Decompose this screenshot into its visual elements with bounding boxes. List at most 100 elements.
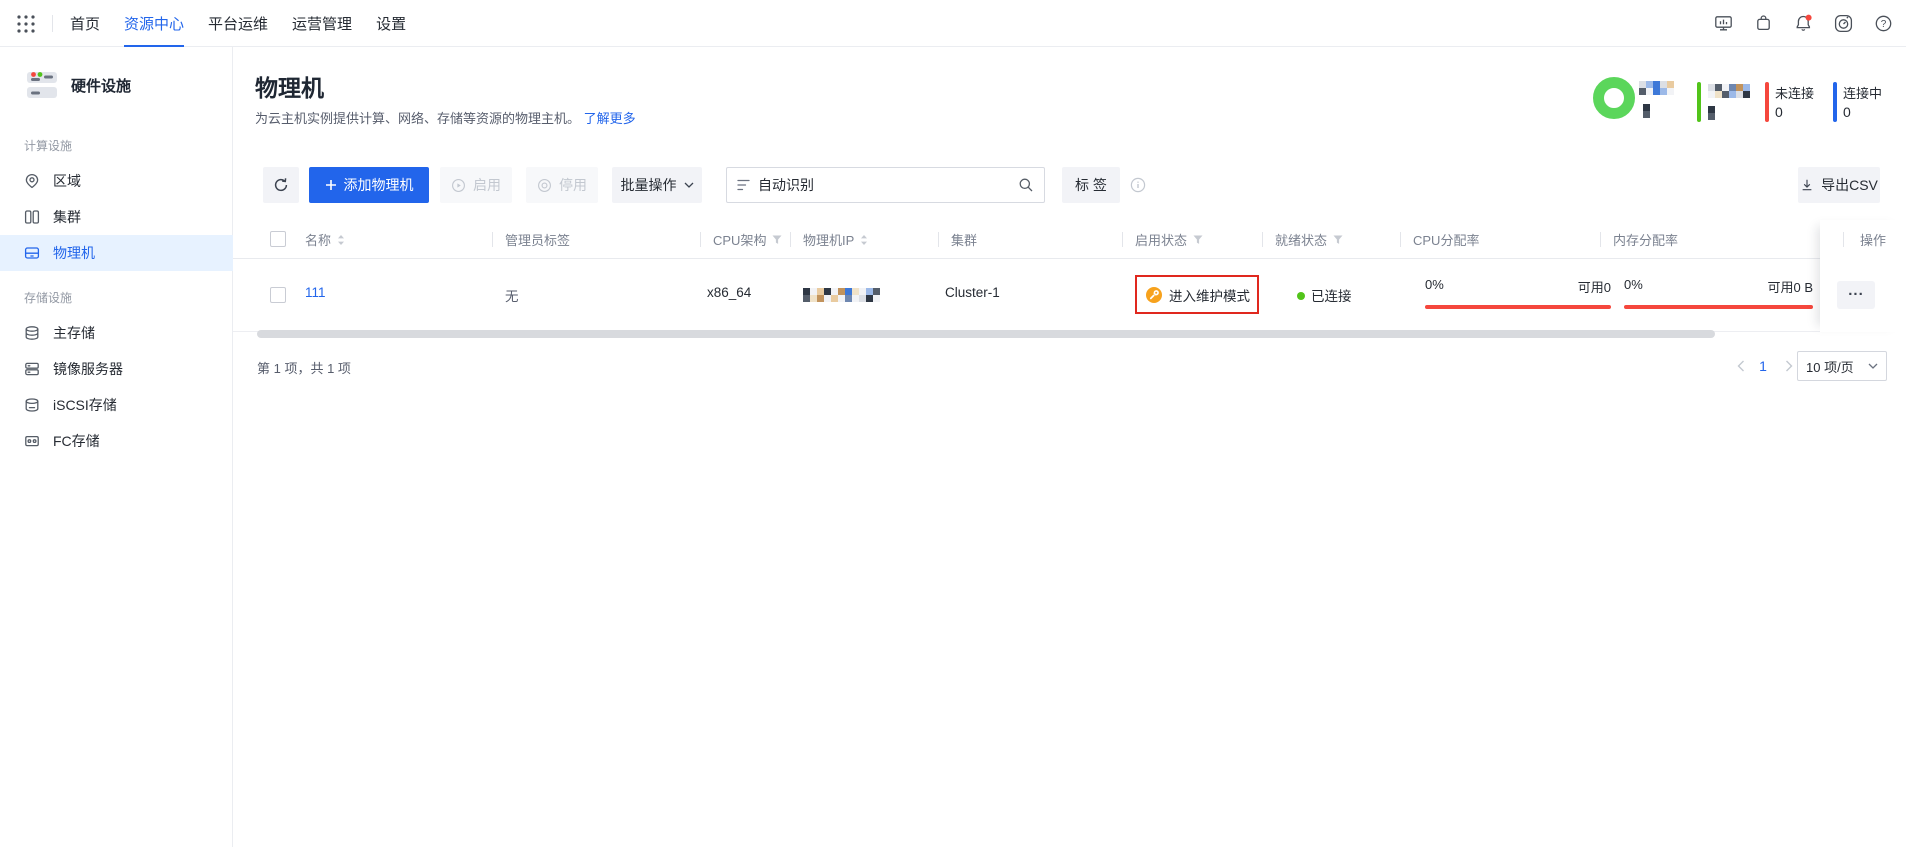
export-csv-button[interactable]: 导出CSV (1798, 167, 1880, 203)
monitoring-gauge-icon[interactable] (1834, 14, 1853, 33)
sidebar-item-image-server[interactable]: 镜像服务器 (0, 351, 233, 387)
connected-status-dot (1297, 292, 1305, 300)
notifications-bell-icon[interactable] (1794, 14, 1813, 33)
nav-icon-group: ? (1714, 0, 1893, 47)
connecting-stat-bar (1833, 82, 1837, 122)
sidebar-item-primary-storage[interactable]: 主存储 (0, 315, 233, 351)
column-header-admin-tag: 管理员标签 (505, 220, 570, 259)
row-ready-status: 已连接 (1311, 289, 1352, 304)
column-separator (1122, 232, 1123, 247)
nav-item-resource-center[interactable]: 资源中心 (124, 0, 185, 48)
filter-funnel-icon[interactable] (1193, 235, 1203, 245)
sidebar-item-iscsi-storage[interactable]: iSCSI存储 (0, 387, 233, 423)
column-header-mem-alloc: 内存分配率 (1613, 220, 1678, 259)
sidebar-item-label: 物理机 (53, 245, 95, 261)
row-physical-ip-redacted (803, 288, 880, 302)
row-checkbox[interactable] (270, 287, 286, 303)
sidebar-item-label: 区域 (53, 173, 81, 189)
column-label: 启用状态 (1135, 233, 1188, 248)
nav-item-settings[interactable]: 设置 (376, 0, 406, 47)
hardware-facility-icon (27, 72, 57, 98)
main-content: 物理机 为云主机实例提供计算、网络、存储等资源的物理主机。 了解更多 未连接 0… (233, 47, 1906, 847)
column-label: CPU分配率 (1413, 233, 1480, 248)
add-physical-machine-button[interactable]: 添加物理机 (309, 167, 429, 203)
sidebar: 硬件设施 计算设施 区域 集群 物理机 存储设施 主存储 镜像服务器 iSCSI… (0, 47, 233, 847)
app-grid-icon[interactable] (16, 14, 36, 34)
help-icon[interactable]: ? (1874, 14, 1893, 33)
nav-item-operation-mgmt[interactable]: 运营管理 (292, 0, 352, 47)
page-size-select[interactable]: 10 项/页 (1797, 351, 1887, 381)
column-header-cluster: 集群 (951, 220, 977, 259)
sidebar-item-label: 主存储 (53, 325, 95, 341)
column-separator (1400, 232, 1401, 247)
row-enable-status[interactable]: 进入维护模式 (1169, 285, 1250, 305)
disable-button[interactable]: 停用 (526, 167, 598, 203)
column-header-physical-ip[interactable]: 物理机IP (803, 220, 868, 259)
batch-button-label: 批量操作 (620, 177, 677, 193)
refresh-icon (274, 178, 288, 192)
row-cluster: Cluster-1 (945, 285, 1000, 300)
console-monitor-icon[interactable] (1714, 14, 1733, 33)
tag-button[interactable]: 标 签 (1062, 167, 1120, 203)
refresh-button[interactable] (263, 167, 299, 203)
sidebar-item-fc-storage[interactable]: FC存储 (0, 423, 233, 459)
row-name-link[interactable]: 111 (305, 285, 326, 300)
sort-icon[interactable] (860, 234, 868, 246)
page-title: 物理机 (255, 75, 324, 101)
sidebar-section-compute: 计算设施 (24, 139, 73, 153)
sort-icon[interactable] (337, 234, 345, 246)
filter-funnel-icon[interactable] (1333, 235, 1343, 245)
row-more-actions-button[interactable]: ... (1837, 281, 1875, 309)
batch-operations-button[interactable]: 批量操作 (612, 167, 702, 203)
add-button-label: 添加物理机 (343, 177, 414, 193)
enable-button[interactable]: 启用 (440, 167, 512, 203)
page-number[interactable]: 1 (1751, 352, 1775, 380)
search-box (726, 167, 1045, 203)
column-label: 管理员标签 (505, 233, 571, 248)
donut-legend-redacted (1639, 81, 1674, 95)
search-icon[interactable] (1018, 177, 1034, 193)
search-type-filter-icon[interactable] (737, 178, 750, 192)
more-dots: ... (1848, 282, 1864, 299)
select-all-checkbox[interactable] (270, 231, 286, 247)
pagination-summary: 第 1 项，共 1 项 (257, 361, 351, 376)
column-label: 名称 (305, 233, 332, 248)
table-header: 名称 管理员标签 CPU架构 物理机IP 集群 启用状态 就绪状态 CPU分配率… (233, 220, 1906, 259)
row-cpu-arch: x86_64 (707, 285, 752, 300)
fc-storage-icon (25, 435, 39, 447)
search-input[interactable] (758, 177, 1010, 193)
iscsi-storage-icon (25, 398, 39, 412)
column-separator (700, 232, 701, 247)
page-subtitle: 为云主机实例提供计算、网络、存储等资源的物理主机。 了解更多 (255, 108, 636, 127)
column-label: CPU架构 (713, 233, 767, 248)
sidebar-item-label: 集群 (53, 209, 81, 225)
actions-fixed-column: 操作 ... (1820, 220, 1906, 332)
page: 首页 资源中心 平台运维 运营管理 设置 ? 硬件设施 计算设施 区域 集群 物… (0, 0, 1906, 847)
status-donut-chart (1593, 77, 1635, 119)
learn-more-link[interactable]: 了解更多 (584, 111, 636, 126)
workorder-bag-icon[interactable] (1754, 14, 1773, 33)
sidebar-item-physical-machine[interactable]: 物理机 (0, 235, 233, 271)
column-header-enable-status[interactable]: 启用状态 (1135, 220, 1203, 259)
horizontal-scrollbar[interactable] (257, 330, 1715, 338)
sidebar-item-zone[interactable]: 区域 (0, 163, 233, 199)
chevron-right-icon (1786, 360, 1793, 372)
sidebar-item-cluster[interactable]: 集群 (0, 199, 233, 235)
not-connected-label: 未连接 (1775, 86, 1815, 101)
image-server-icon (25, 362, 39, 376)
column-header-ready-status[interactable]: 就绪状态 (1275, 220, 1343, 259)
nav-item-platform-ops[interactable]: 平台运维 (208, 0, 268, 47)
chevron-down-icon (1868, 363, 1878, 369)
nav-divider (52, 15, 53, 32)
download-icon (1802, 179, 1812, 191)
enable-play-icon (452, 178, 465, 192)
sidebar-item-label: iSCSI存储 (53, 397, 117, 413)
nav-item-home[interactable]: 首页 (70, 0, 100, 47)
column-header-name[interactable]: 名称 (305, 220, 345, 259)
connecting-label: 连接中 (1843, 86, 1883, 101)
zone-pin-icon (25, 173, 39, 189)
filter-funnel-icon[interactable] (772, 235, 782, 245)
info-icon[interactable] (1130, 177, 1146, 193)
column-header-cpu-arch[interactable]: CPU架构 (713, 220, 782, 259)
svg-text:?: ? (1881, 19, 1887, 30)
